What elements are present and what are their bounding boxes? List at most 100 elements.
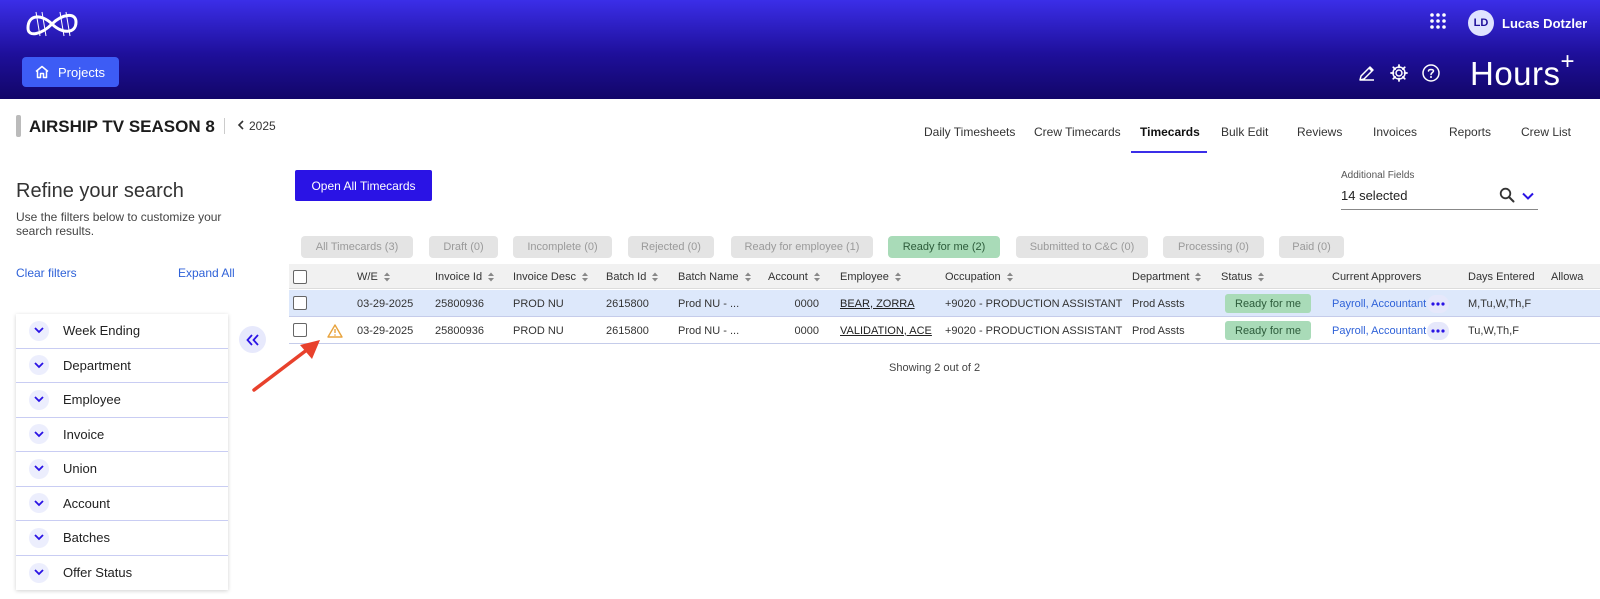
apps-grid-icon[interactable]: [1429, 12, 1447, 30]
col-invoice-id[interactable]: Invoice Id: [435, 264, 495, 289]
column-label: Status: [1221, 270, 1253, 283]
filter-offer-status[interactable]: Offer Status: [16, 556, 228, 591]
chip-draft[interactable]: Draft (0): [429, 236, 498, 258]
cell-employee: VALIDATION, ACE: [840, 317, 932, 344]
col-account[interactable]: Account: [768, 264, 821, 289]
active-tab-indicator: [1131, 151, 1207, 153]
cell-invoice-desc: PROD NU: [513, 297, 564, 310]
sort-icon: [652, 272, 659, 281]
table-row[interactable]: 03-29-2025 25800936 PROD NU 2615800 Prod…: [289, 317, 1600, 344]
table-header: W/E Invoice Id Invoice Desc Batch Id Bat…: [289, 264, 1600, 289]
chevron-down-icon[interactable]: [1521, 189, 1535, 203]
tab-crew-list[interactable]: Crew List: [1521, 125, 1571, 139]
row-checkbox[interactable]: [293, 296, 307, 310]
chevron-down-icon: [29, 424, 49, 445]
more-approvers-button[interactable]: [1427, 321, 1449, 340]
cell-batch-name: Prod NU - ...: [678, 297, 740, 310]
cell-approvers: Payroll, Accountant: [1332, 290, 1426, 317]
top-header: Projects LD Lucas Dotzler Hours+: [0, 0, 1600, 99]
chip-ready-for-me[interactable]: Ready for me (2): [888, 236, 1000, 258]
chip-rejected[interactable]: Rejected (0): [628, 236, 714, 258]
filter-week-ending[interactable]: Week Ending: [16, 314, 228, 349]
additional-fields-label: Additional Fields: [1341, 170, 1415, 181]
tab-daily-timesheets[interactable]: Daily Timesheets: [924, 125, 1015, 139]
pencil-icon[interactable]: [1357, 63, 1377, 83]
filter-employee[interactable]: Employee: [16, 383, 228, 418]
filter-department[interactable]: Department: [16, 349, 228, 383]
table-row[interactable]: 03-29-2025 25800936 PROD NU 2615800 Prod…: [289, 290, 1600, 317]
status-badge: Ready for me: [1225, 321, 1312, 340]
chip-submitted-to-cc[interactable]: Submitted to C&C (0): [1016, 236, 1148, 258]
chip-incomplete[interactable]: Incomplete (0): [513, 236, 612, 258]
filter-batches[interactable]: Batches: [16, 521, 228, 556]
cell-occupation: +9020 - PRODUCTION ASSISTANT: [945, 297, 1123, 310]
col-batch-name[interactable]: Batch Name: [678, 264, 752, 289]
gear-icon[interactable]: [1389, 63, 1409, 83]
status-badge: Ready for me: [1225, 294, 1312, 313]
col-we[interactable]: W/E: [357, 264, 391, 289]
search-icon[interactable]: [1499, 187, 1515, 203]
tab-timecards[interactable]: Timecards: [1140, 125, 1200, 139]
filter-label: Week Ending: [63, 323, 141, 339]
avatar[interactable]: LD: [1468, 10, 1494, 36]
filter-union[interactable]: Union: [16, 452, 228, 487]
col-batch-id[interactable]: Batch Id: [606, 264, 659, 289]
column-label: Department: [1132, 270, 1190, 283]
cell-we: 03-29-2025: [357, 297, 414, 310]
filter-account[interactable]: Account: [16, 487, 228, 521]
chip-paid[interactable]: Paid (0): [1279, 236, 1344, 258]
filter-panel: Week Ending Department Employee Invoice …: [16, 314, 228, 590]
additional-fields-select[interactable]: 14 selected: [1341, 184, 1538, 210]
sort-icon: [383, 272, 390, 281]
column-label: W/E: [357, 270, 378, 283]
tab-bulk-edit[interactable]: Bulk Edit: [1221, 125, 1268, 139]
col-current-approvers: Current Approvers: [1332, 270, 1422, 283]
col-occupation[interactable]: Occupation: [945, 264, 1014, 289]
projects-button[interactable]: Projects: [22, 57, 119, 87]
chip-all-timecards[interactable]: All Timecards (3): [301, 236, 413, 258]
cell-occupation: +9020 - PRODUCTION ASSISTANT: [945, 324, 1123, 337]
chip-processing[interactable]: Processing (0): [1163, 236, 1264, 258]
brand-text: Hours: [1470, 55, 1561, 92]
col-status[interactable]: Status: [1221, 264, 1265, 289]
chip-ready-for-employee[interactable]: Ready for employee (1): [731, 236, 873, 258]
cell-batch-name: Prod NU - ...: [678, 324, 740, 337]
employee-link[interactable]: BEAR, ZORRA: [840, 298, 915, 310]
app-logo-icon[interactable]: [22, 6, 86, 42]
sort-icon: [1258, 272, 1265, 281]
cell-batch-id: 2615800: [606, 324, 649, 337]
expand-all-link[interactable]: Expand All: [178, 266, 235, 280]
tab-crew-timecards[interactable]: Crew Timecards: [1034, 125, 1121, 139]
brand-logo: Hours+: [1470, 48, 1575, 93]
sort-icon: [744, 272, 751, 281]
filter-invoice[interactable]: Invoice: [16, 418, 228, 452]
clear-filters-link[interactable]: Clear filters: [16, 266, 77, 280]
open-all-timecards-button[interactable]: Open All Timecards: [295, 170, 432, 201]
refine-search-title: Refine your search: [16, 180, 184, 202]
cell-days-entered: M,Tu,W,Th,F: [1468, 297, 1532, 310]
cell-approvers-more: [1427, 290, 1449, 317]
tab-reviews[interactable]: Reviews: [1297, 125, 1342, 139]
column-label: Employee: [840, 270, 889, 283]
more-approvers-button[interactable]: [1427, 294, 1449, 313]
help-icon[interactable]: [1421, 63, 1441, 83]
approvers-link[interactable]: Payroll, Accountant: [1332, 325, 1426, 337]
employee-link[interactable]: VALIDATION, ACE: [840, 325, 932, 337]
cell-account: 0000: [794, 324, 819, 337]
cell-account: 0000: [794, 297, 819, 310]
select-all-checkbox[interactable]: [293, 270, 307, 284]
filter-label: Batches: [63, 530, 110, 546]
additional-fields-value: 14 selected: [1341, 188, 1408, 203]
col-invoice-desc[interactable]: Invoice Desc: [513, 264, 589, 289]
user-name[interactable]: Lucas Dotzler: [1502, 16, 1587, 31]
main-tabs: Daily Timesheets Crew Timecards Timecard…: [0, 125, 1600, 155]
cell-employee: BEAR, ZORRA: [840, 290, 915, 317]
col-employee[interactable]: Employee: [840, 264, 902, 289]
tab-invoices[interactable]: Invoices: [1373, 125, 1417, 139]
approvers-link[interactable]: Payroll, Accountant: [1332, 298, 1426, 310]
column-label: Batch Name: [678, 270, 739, 283]
col-department[interactable]: Department: [1132, 264, 1202, 289]
results-count: Showing 2 out of 2: [889, 362, 981, 374]
tab-reports[interactable]: Reports: [1449, 125, 1491, 139]
chevron-down-icon: [29, 389, 49, 410]
